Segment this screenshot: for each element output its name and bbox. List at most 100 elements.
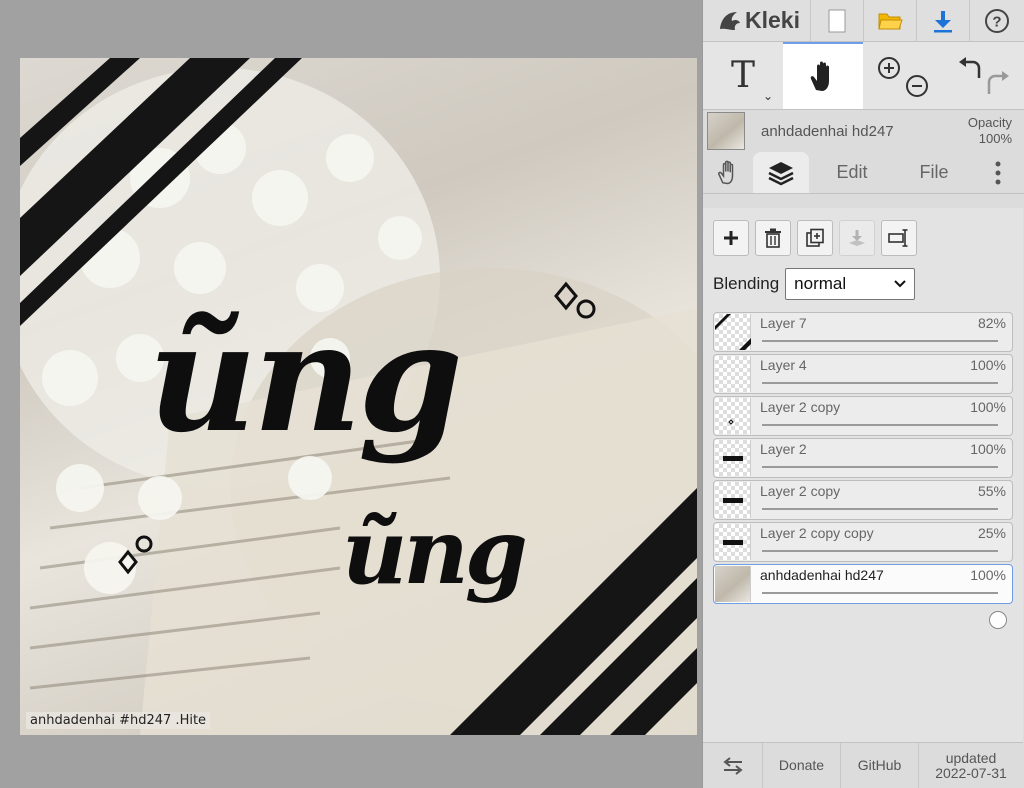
side-panel: Kleki ? T ⌄ anhdadenhai hd247 Opacity 10… bbox=[702, 0, 1024, 788]
layer-name: Layer 2 copy bbox=[760, 399, 841, 415]
help-button[interactable]: ? bbox=[970, 0, 1023, 41]
plus-icon bbox=[724, 231, 738, 245]
tool-row: T ⌄ bbox=[703, 42, 1024, 110]
swap-arrows-icon bbox=[722, 756, 743, 775]
updated-info[interactable]: updated 2022-07-31 bbox=[919, 743, 1023, 788]
layer-thumbnail bbox=[715, 482, 751, 518]
updated-label: updated bbox=[945, 749, 997, 766]
layer-opacity-slider[interactable] bbox=[762, 508, 998, 545]
kleki-logo[interactable]: Kleki bbox=[703, 0, 811, 41]
layer-thumbnail bbox=[715, 524, 751, 560]
layer-opacity: 100% bbox=[970, 399, 1006, 415]
app-name: Kleki bbox=[745, 7, 800, 33]
zoom-tool-button[interactable] bbox=[863, 42, 943, 109]
layer-opacity-slider[interactable] bbox=[762, 340, 998, 377]
text-tool-button[interactable]: T ⌄ bbox=[703, 42, 783, 109]
layer-row-selected[interactable]: anhdadenhai hd247 100% bbox=[713, 564, 1013, 629]
panel-tabs: Edit File bbox=[703, 152, 1024, 194]
trash-icon bbox=[765, 228, 781, 248]
open-file-button[interactable] bbox=[864, 0, 917, 41]
rename-icon bbox=[888, 229, 908, 247]
layer-row[interactable]: Layer 2 copy copy 25% bbox=[713, 522, 1013, 587]
panel-footer: Donate GitHub updated 2022-07-31 bbox=[703, 742, 1023, 788]
blending-row: Blending normal bbox=[713, 268, 1013, 300]
layers-panel: Blending normal Layer 7 82% Layer 4 100%… bbox=[703, 208, 1023, 742]
layer-name: Layer 7 bbox=[760, 315, 807, 331]
help-icon: ? bbox=[984, 8, 1009, 33]
donate-link[interactable]: Donate bbox=[763, 743, 841, 788]
layer-opacity: 100% bbox=[970, 567, 1006, 583]
chevron-down-icon bbox=[894, 280, 906, 288]
download-button[interactable] bbox=[917, 0, 970, 41]
layer-thumbnail bbox=[715, 314, 751, 350]
current-layer-name: anhdadenhai hd247 bbox=[761, 122, 894, 140]
new-file-button[interactable] bbox=[811, 0, 864, 41]
zoom-in-out-icon bbox=[878, 56, 928, 97]
layer-row[interactable]: Layer 7 82% bbox=[713, 312, 1013, 377]
layer-thumbnail bbox=[715, 356, 751, 392]
blending-label: Blending bbox=[713, 274, 780, 293]
tab-file[interactable]: File bbox=[895, 152, 973, 193]
duplicate-layer-button[interactable] bbox=[797, 220, 833, 256]
layers-icon bbox=[768, 161, 794, 185]
layer-opacity: 82% bbox=[977, 315, 1006, 331]
blank-page-icon bbox=[828, 9, 846, 32]
folder-icon bbox=[878, 13, 903, 29]
layer-opacity: 100% bbox=[970, 441, 1006, 457]
github-link[interactable]: GitHub bbox=[841, 743, 919, 788]
sub-artwork-text: ũng bbox=[342, 499, 528, 605]
top-bar: Kleki ? bbox=[703, 0, 1024, 42]
duplicate-icon bbox=[806, 228, 824, 247]
current-layer-thumbnail bbox=[707, 112, 745, 150]
layer-thumbnail bbox=[715, 440, 751, 476]
merge-down-button[interactable] bbox=[839, 220, 875, 256]
tab-layers[interactable] bbox=[753, 152, 809, 193]
layer-opacity: 25% bbox=[977, 525, 1006, 541]
tab-hand[interactable] bbox=[703, 152, 753, 193]
hand-icon bbox=[810, 61, 829, 91]
opacity-label: Opacity bbox=[967, 115, 1012, 130]
hand-tool-button[interactable] bbox=[783, 42, 863, 109]
add-layer-button[interactable] bbox=[713, 220, 749, 256]
merge-down-icon bbox=[849, 230, 865, 246]
more-vertical-icon bbox=[995, 161, 1001, 184]
canvas-watermark: anhdadenhai #hd247 .Hite bbox=[26, 712, 211, 729]
tab-edit[interactable]: Edit bbox=[809, 152, 895, 193]
layer-thumbnail bbox=[715, 566, 751, 602]
layer-opacity-slider[interactable] bbox=[762, 592, 1007, 629]
delete-layer-button[interactable] bbox=[755, 220, 791, 256]
layer-row[interactable]: Layer 2 copy 55% bbox=[713, 480, 1013, 545]
layer-button-row bbox=[713, 220, 1013, 256]
layer-opacity-slider[interactable] bbox=[762, 466, 1007, 503]
canvas-area[interactable]: ũng ũng anhdadenhai #hd247 .Hite bbox=[0, 0, 702, 788]
layer-opacity: 55% bbox=[977, 483, 1006, 499]
blending-value: normal bbox=[794, 274, 847, 293]
hand-icon bbox=[718, 160, 734, 184]
text-tool-icon: T bbox=[730, 55, 755, 96]
swap-side-button[interactable] bbox=[703, 743, 763, 788]
layer-row[interactable]: Layer 2 100% bbox=[713, 438, 1013, 503]
layer-name: Layer 2 copy bbox=[760, 483, 841, 499]
opacity-value: 100% bbox=[978, 131, 1012, 146]
layer-opacity-slider[interactable] bbox=[762, 424, 1007, 461]
layer-row[interactable]: Layer 4 100% bbox=[713, 354, 1013, 419]
undo-redo-buttons[interactable] bbox=[943, 42, 1023, 109]
layer-row[interactable]: Layer 2 copy 100% bbox=[713, 396, 1013, 461]
chevron-down-icon[interactable]: ⌄ bbox=[763, 89, 773, 103]
rename-layer-button[interactable] bbox=[881, 220, 917, 256]
layer-name: Layer 2 bbox=[760, 441, 807, 457]
layer-opacity-slider[interactable] bbox=[762, 550, 998, 587]
current-layer-info: anhdadenhai hd247 Opacity 100% bbox=[703, 110, 1024, 152]
tab-more[interactable] bbox=[973, 152, 1023, 193]
slider-knob[interactable] bbox=[989, 611, 1007, 629]
layer-list: Layer 7 82% Layer 4 100% Layer 2 copy 10… bbox=[713, 312, 1013, 629]
updated-date: 2022-07-31 bbox=[935, 764, 1007, 781]
kleki-logo-icon bbox=[720, 11, 740, 30]
svg-text:?: ? bbox=[992, 13, 1001, 30]
blending-select[interactable]: normal bbox=[785, 268, 916, 300]
layer-opacity: 100% bbox=[970, 357, 1006, 373]
layer-thumbnail bbox=[715, 398, 751, 434]
drawing-canvas[interactable]: ũng ũng anhdadenhai #hd247 .Hite bbox=[20, 58, 697, 735]
layer-opacity-slider[interactable] bbox=[762, 382, 1007, 419]
current-layer-opacity: Opacity 100% bbox=[954, 115, 1024, 147]
